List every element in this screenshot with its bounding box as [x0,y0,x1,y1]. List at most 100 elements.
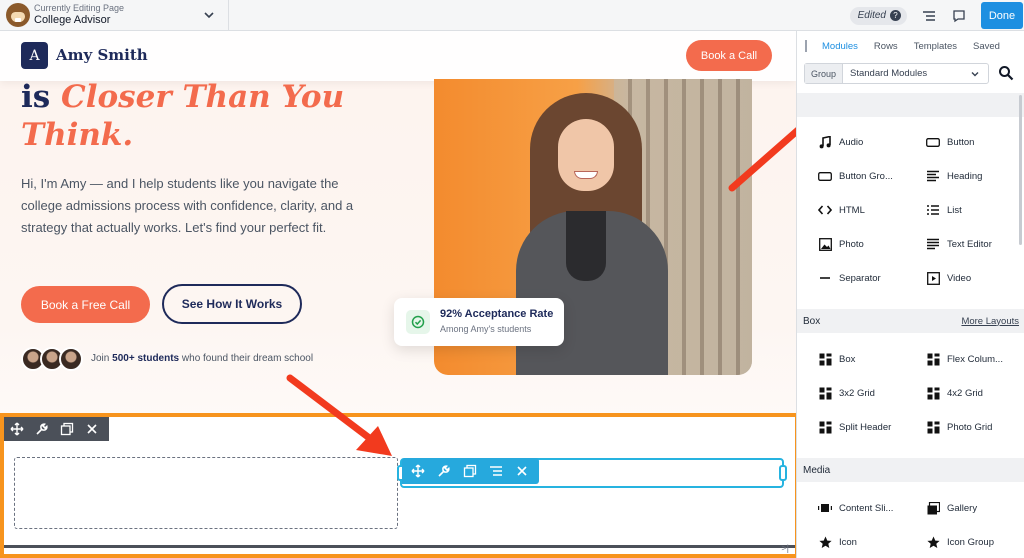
search-icon[interactable] [998,65,1014,81]
social-proof-pre: Join [91,353,110,364]
edited-status[interactable]: Edited ? [849,6,907,25]
row-divider [4,545,795,548]
module-audio[interactable]: Audio [818,135,863,149]
list-icon [926,203,940,217]
page-canvas: A Amy Smith Book a Call is Closer Than Y… [0,31,796,558]
module-gallery[interactable]: Gallery [926,501,977,515]
social-proof-count: 500+ students [112,353,180,364]
module-icon-group[interactable]: Icon Group [926,535,994,549]
book-free-call-button[interactable]: Book a Free Call [21,286,150,323]
chevron-down-icon [971,71,979,76]
module-content-slider[interactable]: Content Sli... [818,501,893,515]
stat-subtitle: Among Amy's students [440,324,532,334]
grid-4x2-icon [926,386,940,400]
box-section-header: Box More Layouts [797,309,1024,333]
close-icon[interactable] [84,421,100,437]
module-video[interactable]: Video [926,271,971,285]
module-button-group[interactable]: Button Gro... [818,169,893,183]
see-how-it-works-button[interactable]: See How It Works [162,284,302,324]
builder-topbar: Currently Editing Page College Advisor E… [0,0,1024,31]
module-grid-3x2[interactable]: 3x2 Grid [818,386,875,400]
done-button[interactable]: Done [981,2,1023,29]
module-heading[interactable]: Heading [926,169,982,183]
module-text-editor[interactable]: Text Editor [926,237,992,251]
page-title: College Advisor [34,13,111,26]
empty-column-drop-zone[interactable] [14,457,398,529]
book-call-button[interactable]: Book a Call [686,40,772,71]
move-icon[interactable] [410,463,426,479]
tab-templates[interactable]: Templates [914,41,957,52]
video-icon [926,271,940,285]
group-label: Group [805,64,844,83]
brand-logo[interactable]: A [21,42,48,69]
outline-icon[interactable] [921,8,937,24]
module-list[interactable]: List [926,203,962,217]
social-proof-post: who found their dream school [181,353,314,364]
box-section-title: Box [803,315,821,327]
duplicate-icon[interactable] [59,421,75,437]
hero-heading-line-1: is Closer Than You [21,79,344,115]
chevron-down-icon[interactable] [202,8,216,22]
gallery-icon [926,501,940,515]
star-icon [818,535,832,549]
brand-name[interactable]: Amy Smith [56,46,148,64]
code-icon [818,203,832,217]
hero-heading-line-2: Think. [21,117,134,153]
media-section-title: Media [803,464,831,476]
avatar [59,347,83,371]
box-toolbar [402,458,539,484]
wrench-icon[interactable] [436,463,452,479]
content-slider-icon [818,501,832,515]
tab-saved[interactable]: Saved [973,41,1000,52]
module-separator[interactable]: Separator [818,271,881,285]
panel-scrollbar[interactable] [1019,95,1022,245]
social-proof: Join 500+ students who found their dream… [91,353,313,364]
split-header-icon [818,420,832,434]
module-box[interactable]: Box [818,352,855,366]
outline-icon[interactable] [488,463,504,479]
module-flex-columns[interactable]: Flex Colum... [926,352,1003,366]
button-icon [926,135,940,149]
tab-modules[interactable]: Modules [822,41,858,52]
flex-columns-icon [926,352,940,366]
heading-icon [926,169,940,183]
module-grid-4x2[interactable]: 4x2 Grid [926,386,983,400]
module-photo[interactable]: Photo [818,237,864,251]
resize-handle-right[interactable] [779,465,787,481]
info-icon: ? [890,10,901,21]
comment-icon[interactable] [951,8,967,24]
student-avatars [21,347,85,373]
close-icon[interactable] [514,463,530,479]
modules-panel: Modules Rows Templates Saved Group Stand… [796,31,1024,558]
box-module[interactable] [397,458,787,488]
star-icon [926,535,940,549]
module-photo-grid[interactable]: Photo Grid [926,420,992,434]
duplicate-icon[interactable] [462,463,478,479]
module-icon[interactable]: Icon [818,535,857,549]
group-select[interactable]: Group Standard Modules [804,63,989,84]
resize-corner-icon[interactable]: >| [781,543,789,553]
button-group-icon [818,169,832,183]
photo-icon [818,237,832,251]
acceptance-rate-card: 92% Acceptance Rate Among Amy's students [394,298,564,346]
wrench-icon[interactable] [34,421,50,437]
selected-row[interactable]: >| [0,413,796,558]
module-html[interactable]: HTML [818,203,865,217]
stat-title: 92% Acceptance Rate [440,308,554,320]
more-layouts-link[interactable]: More Layouts [961,316,1019,327]
row-toolbar [4,417,109,441]
module-split-header[interactable]: Split Header [818,420,891,434]
panel-tabs: Modules Rows Templates Saved [797,31,1024,61]
separator-icon [818,271,832,285]
hero-body: Hi, I'm Amy — and I help students like y… [21,176,354,235]
move-icon[interactable] [9,421,25,437]
editing-label: Currently Editing Page [34,3,125,13]
text-editor-icon [926,237,940,251]
edited-label: Edited [857,10,886,21]
module-button[interactable]: Button [926,135,974,149]
hero-accent: Closer Than You [61,79,345,115]
check-circle-icon [406,310,430,334]
grid-3x2-icon [818,386,832,400]
tab-rows[interactable]: Rows [874,41,898,52]
page-switcher[interactable]: Currently Editing Page College Advisor [34,3,125,26]
